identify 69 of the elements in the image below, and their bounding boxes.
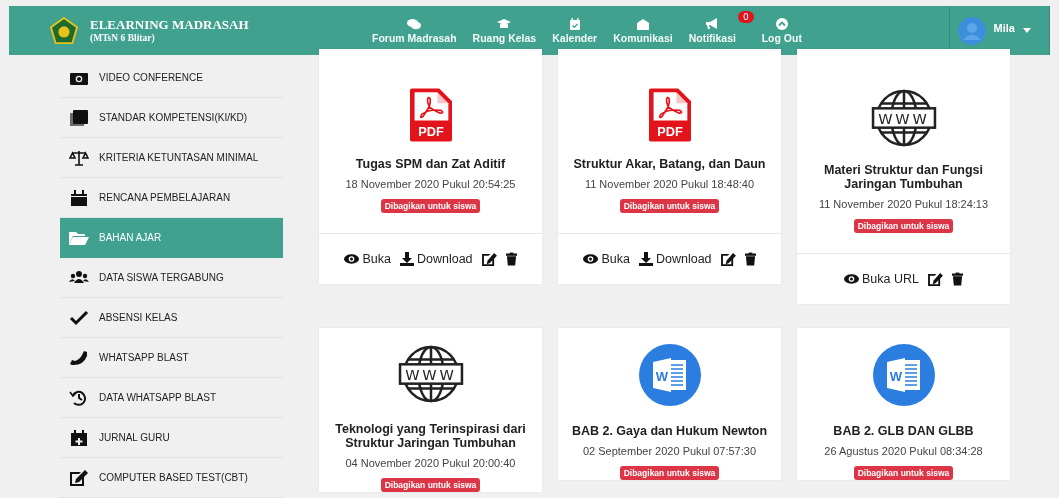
sidebar-item[interactable]: KRITERIA KETUNTASAN MINIMAL — [60, 138, 283, 178]
graduation-cap-icon — [497, 17, 512, 30]
site-subtitle: (MTsN 6 Blitar) — [90, 32, 156, 44]
sidebar-item[interactable]: JURNAL GURU — [60, 418, 283, 458]
material-title: Teknologi yang Terinspirasi dari Struktur Jaringan Tumbuhan — [334, 422, 527, 450]
sidebar-item[interactable]: VIDEO CONFERENCE — [60, 58, 283, 98]
trash-icon[interactable] — [952, 272, 963, 286]
open-link[interactable]: Buka URL — [844, 272, 919, 286]
material-title: Materi Struktur dan Fungsi Jaringan Tumbuhan — [822, 163, 984, 191]
checkmark-icon — [69, 309, 89, 326]
notification-count: 0 — [737, 10, 754, 23]
history-icon — [69, 389, 89, 406]
calendar-plus-icon — [69, 429, 89, 446]
chevron-up-icon — [774, 17, 789, 30]
word-document-icon: W — [872, 344, 935, 406]
sidebar-item[interactable]: STANDAR KOMPETENSI(KI/KD) — [60, 98, 283, 138]
balance-scale-icon — [69, 149, 89, 166]
calendar-icon — [567, 17, 582, 30]
shared-status-badge: Dibagikan untuk siswa — [619, 199, 720, 213]
download-link[interactable]: Download — [399, 252, 473, 266]
user-name: Mila — [993, 21, 1015, 34]
download-icon — [638, 252, 653, 266]
sidebar-item[interactable]: DATA SISWA TERGABUNG — [60, 258, 283, 298]
material-title: Struktur Akar, Batang, dan Daun — [572, 157, 767, 171]
upload-date: 18 November 2020 Pukul 20:54:25 — [345, 178, 516, 190]
pdf-file-icon: PDF — [409, 88, 452, 142]
eye-icon — [344, 254, 360, 264]
shared-status-badge: Dibagikan untuk siswa — [380, 199, 481, 213]
phone-icon — [69, 349, 89, 366]
upload-date: 11 November 2020 Pukul 18:48:40 — [584, 178, 755, 190]
edit-icon — [69, 469, 89, 486]
caret-icon — [1023, 28, 1031, 33]
site-title: ELEARNING MADRASAH — [90, 17, 250, 32]
download-icon — [399, 252, 414, 266]
sidebar-item[interactable]: WHATSAPP BLAST — [60, 338, 283, 378]
sidebar-item[interactable]: DATA WHATSAPP BLAST — [60, 378, 283, 418]
shared-status-badge: Dibagikan untuk siswa — [853, 219, 954, 233]
sidebar-item[interactable]: COMPUTER BASED TEST(CBT) — [60, 458, 283, 498]
sidebar-item[interactable]: ABSENSI KELAS — [60, 298, 283, 338]
open-link[interactable]: Buka — [344, 252, 391, 266]
upload-date: 02 September 2020 Pukul 07:57:30 — [582, 445, 757, 457]
trash-icon[interactable] — [505, 252, 517, 266]
trash-icon[interactable] — [744, 252, 756, 266]
calendar-icon — [69, 189, 89, 206]
eye-icon — [844, 274, 859, 284]
edit-icon[interactable] — [928, 272, 943, 286]
folder-icon — [69, 229, 89, 246]
material-title: BAB 2. Gaya dan Hukum Newton — [570, 424, 769, 438]
pdf-file-icon: PDF — [648, 88, 691, 142]
shared-status-badge: Dibagikan untuk siswa — [619, 466, 720, 480]
eye-icon — [583, 254, 599, 264]
edit-icon[interactable] — [481, 252, 497, 266]
upload-date: 04 November 2020 Pukul 20:00:40 — [345, 457, 516, 469]
copy-icon — [69, 109, 89, 126]
shared-status-badge: Dibagikan untuk siswa — [380, 478, 481, 492]
word-document-icon: W — [638, 344, 701, 406]
shared-status-badge: Dibagikan untuk siswa — [853, 466, 954, 480]
material-title: BAB 2. GLB DAN GLBB — [832, 424, 975, 438]
upload-date: 11 November 2020 Pukul 18:24:13 — [818, 198, 989, 210]
material-title: Tugas SPM dan Zat Aditif — [354, 157, 507, 171]
users-icon — [69, 269, 89, 286]
download-link[interactable]: Download — [638, 252, 712, 266]
megaphone-icon — [705, 17, 720, 30]
open-link[interactable]: Buka — [583, 252, 630, 266]
edit-icon[interactable] — [720, 252, 736, 266]
chat-bubbles-icon — [407, 17, 422, 30]
upload-date: 26 Agustus 2020 Pukul 08:34:28 — [824, 445, 983, 457]
avatar-icon — [957, 16, 986, 45]
emblem-icon — [50, 16, 78, 45]
